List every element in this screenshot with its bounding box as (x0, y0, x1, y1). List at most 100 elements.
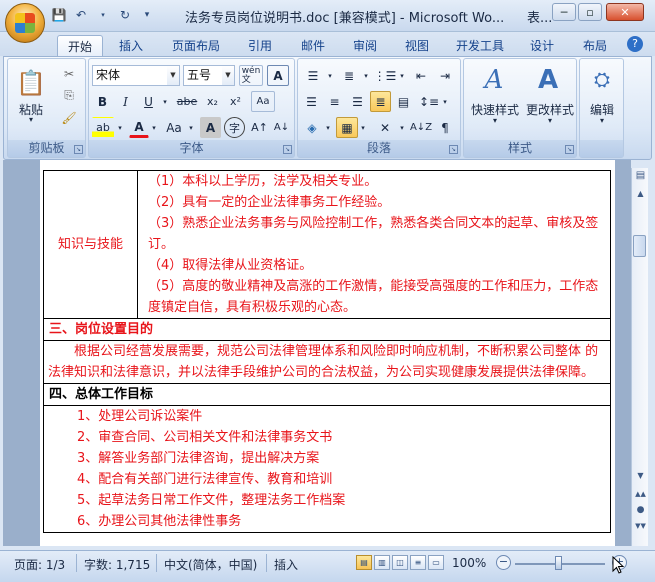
chinese-layout-icon[interactable]: ✕ (373, 117, 397, 138)
close-button[interactable]: ✕ (606, 3, 644, 21)
italic-button[interactable]: I (115, 91, 136, 112)
draft-view-icon[interactable]: ▭ (428, 555, 444, 570)
character-shading-button[interactable]: A (200, 117, 221, 138)
web-layout-icon[interactable]: ◫ (392, 555, 408, 570)
distributed-icon[interactable]: ▤ (393, 91, 414, 112)
quick-styles-dropdown-icon[interactable]: ▾ (467, 116, 523, 125)
quick-styles-icon[interactable]: A (474, 63, 514, 97)
shading-icon[interactable]: ◈ (301, 117, 323, 138)
underline-dropdown-icon[interactable]: ▾ (159, 91, 171, 112)
superscript-button[interactable]: x² (225, 91, 246, 112)
styles-launcher-icon[interactable]: ↘ (565, 145, 574, 154)
editing-dropdown-icon[interactable]: ▾ (580, 116, 624, 125)
tab-insert[interactable]: 插入 (111, 35, 151, 56)
tab-review[interactable]: 审阅 (345, 35, 385, 56)
underline-button[interactable]: U (138, 91, 159, 112)
sort-icon[interactable]: A↓Z (410, 117, 432, 138)
change-styles-icon[interactable]: A (528, 63, 568, 97)
change-case-dropdown-icon[interactable]: ▾ (186, 117, 196, 138)
zoom-out-icon[interactable]: − (496, 555, 511, 570)
copy-icon[interactable]: ⎘ (58, 85, 80, 106)
insert-mode[interactable]: 插入 (274, 556, 298, 573)
show-marks-icon[interactable]: ¶ (434, 117, 456, 138)
subscript-button[interactable]: x₂ (202, 91, 223, 112)
highlight-button[interactable]: ab (92, 117, 114, 138)
paste-icon[interactable]: 📋 (14, 63, 48, 103)
office-button[interactable] (5, 3, 45, 43)
font-color-button[interactable]: A (129, 117, 149, 138)
font-size-combo[interactable]: 五号 ▼ (183, 65, 235, 86)
paste-dropdown-icon[interactable]: ▾ (12, 115, 50, 124)
font-name-combo[interactable]: 宋体 ▼ (92, 65, 180, 86)
minimize-button[interactable]: ─ (552, 3, 576, 21)
justify-icon[interactable]: ≣ (370, 91, 391, 112)
change-styles-dropdown-icon[interactable]: ▾ (522, 116, 578, 125)
enclose-characters-button[interactable]: 字 (224, 117, 245, 138)
change-case-button[interactable]: Aa (162, 117, 186, 138)
tab-home[interactable]: 开始 (57, 35, 103, 56)
increase-indent-icon[interactable]: ⇥ (434, 65, 456, 86)
select-browse-object-icon[interactable]: ● (632, 502, 649, 518)
numbering-dropdown-icon[interactable]: ▾ (361, 65, 371, 86)
word-count[interactable]: 字数: 1,715 (84, 556, 150, 573)
multilevel-list-icon[interactable]: ⋮☰ (373, 65, 397, 86)
shrink-font-button[interactable]: A↓ (271, 117, 292, 138)
bullets-dropdown-icon[interactable]: ▾ (325, 65, 335, 86)
undo-icon[interactable]: ↶ (72, 6, 90, 24)
save-icon[interactable]: 💾 (50, 6, 68, 24)
tab-design[interactable]: 设计 (522, 35, 562, 56)
language-indicator[interactable]: 中文(简体，中国) (164, 556, 257, 573)
multilevel-dropdown-icon[interactable]: ▾ (397, 65, 407, 86)
redo-icon[interactable]: ↻ (116, 6, 134, 24)
page-count[interactable]: 页面: 1/3 (14, 556, 65, 573)
vertical-scrollbar[interactable]: ▤ ▲ ▼ ▲▲ ● ▼▼ (631, 168, 648, 546)
border-dropdown-icon[interactable]: ▾ (358, 117, 368, 138)
clear-formatting-button[interactable]: Aa (251, 91, 275, 112)
grow-font-button[interactable]: A↑ (249, 117, 270, 138)
format-painter-icon[interactable]: 🖌 (58, 107, 80, 128)
ruler-toggle-icon[interactable]: ▤ (632, 168, 649, 184)
scroll-down-icon[interactable]: ▼ (632, 468, 649, 484)
font-color-dropdown-icon[interactable]: ▾ (149, 117, 159, 138)
clipboard-launcher-icon[interactable]: ↘ (74, 145, 83, 154)
shading-dropdown-icon[interactable]: ▾ (323, 117, 333, 138)
bullets-icon[interactable]: ☰ (301, 65, 325, 86)
tab-references[interactable]: 引用 (240, 35, 280, 56)
scroll-up-icon[interactable]: ▲ (632, 186, 649, 202)
chinese-layout-dropdown-icon[interactable]: ▾ (397, 117, 407, 138)
chevron-down-icon[interactable]: ▼ (222, 66, 234, 85)
align-right-icon[interactable]: ☰ (347, 91, 368, 112)
chevron-down-icon[interactable]: ▼ (167, 66, 179, 85)
document-page[interactable]: 知识与技能 （1）本科以上学历，法学及相关专业。 （2）具有一定的企业法律事务工… (40, 160, 615, 546)
undo-dropdown-icon[interactable]: ▾ (94, 6, 112, 24)
paragraph-launcher-icon[interactable]: ↘ (449, 145, 458, 154)
tab-mailings[interactable]: 邮件 (293, 35, 333, 56)
line-spacing-dropdown-icon[interactable]: ▾ (440, 91, 450, 112)
highlight-dropdown-icon[interactable]: ▾ (115, 117, 125, 138)
bold-button[interactable]: B (92, 91, 113, 112)
align-center-icon[interactable]: ≡ (324, 91, 345, 112)
scrollbar-thumb[interactable] (633, 235, 646, 257)
border-icon[interactable]: ▦ (336, 117, 358, 138)
character-border-button[interactable]: A (267, 65, 289, 86)
full-screen-reading-icon[interactable]: ▥ (374, 555, 390, 570)
outline-view-icon[interactable]: ≡ (410, 555, 426, 570)
restore-button[interactable]: ▫ (578, 3, 602, 21)
tab-view[interactable]: 视图 (397, 35, 437, 56)
print-layout-view-icon[interactable]: ▤ (356, 555, 372, 570)
line-spacing-icon[interactable]: ↕≡ (418, 91, 440, 112)
numbering-icon[interactable]: ≣ (337, 65, 361, 86)
zoom-level[interactable]: 100% (452, 556, 486, 570)
next-page-icon[interactable]: ▼▼ (632, 518, 649, 534)
decrease-indent-icon[interactable]: ⇤ (410, 65, 432, 86)
previous-page-icon[interactable]: ▲▲ (632, 486, 649, 502)
font-launcher-icon[interactable]: ↘ (283, 145, 292, 154)
help-icon[interactable]: ? (627, 36, 643, 52)
cut-icon[interactable]: ✂ (58, 63, 80, 84)
tab-developer[interactable]: 开发工具 (449, 35, 511, 56)
tab-page-layout[interactable]: 页面布局 (165, 35, 227, 56)
align-left-icon[interactable]: ☰ (301, 91, 322, 112)
customize-qat-icon[interactable]: ▾ (138, 6, 156, 24)
tab-layout[interactable]: 布局 (575, 35, 615, 56)
strikethrough-button[interactable]: abe (174, 91, 200, 112)
